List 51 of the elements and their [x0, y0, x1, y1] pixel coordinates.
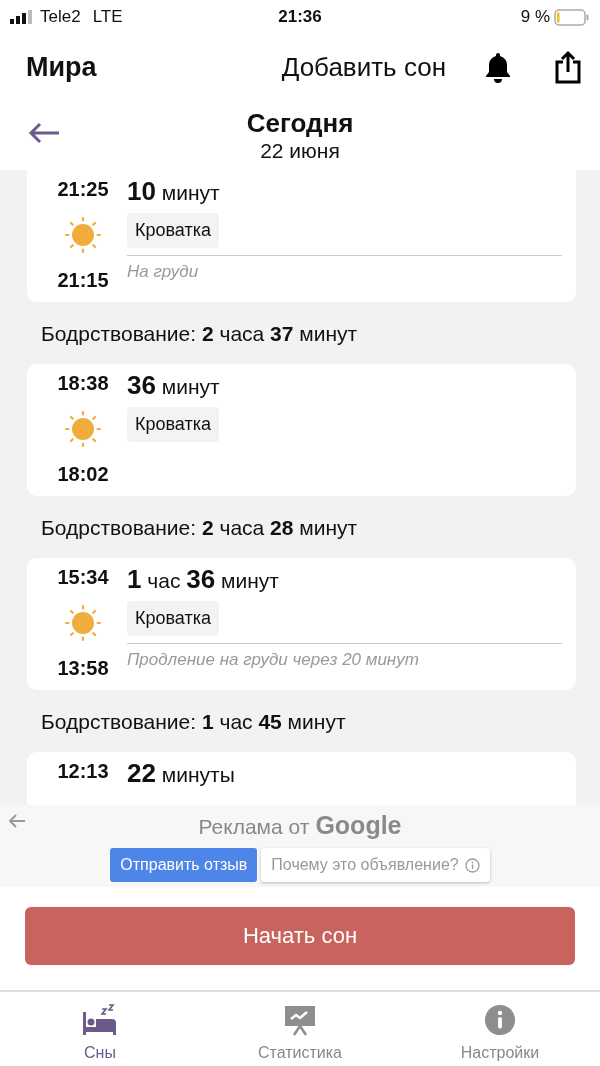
awake-duration: Бодрствование: 2 часа 37 минут — [40, 321, 359, 347]
end-time: 12:13 — [57, 760, 109, 783]
start-sleep-button[interactable]: Начать сон — [25, 907, 575, 965]
network-type: LTE — [92, 7, 123, 27]
sleep-duration: 10 минут — [127, 176, 221, 207]
signal-icon — [10, 10, 34, 24]
bed-icon — [82, 1004, 118, 1036]
day-date: 22 июня — [260, 138, 340, 163]
sleep-card[interactable]: 15:34 13:58 1 час 36 минут Кроватка Продление на груди через 20 минут — [27, 558, 576, 690]
sleep-card[interactable]: 18:38 18:02 36 минут Кроватка — [27, 364, 576, 496]
tab-item[interactable]: Настройки — [400, 992, 600, 1066]
back-arrow-icon[interactable] — [8, 813, 26, 829]
sleep-note: На груди — [127, 255, 562, 282]
awake-duration: Бодрствование: 1 час 45 минут — [40, 709, 347, 735]
sleep-duration: 22 минуты — [127, 758, 236, 789]
sun-icon — [63, 215, 103, 255]
chart-board-icon — [283, 1004, 317, 1036]
bell-icon[interactable] — [484, 51, 512, 83]
sun-icon — [63, 409, 103, 449]
battery-icon — [554, 8, 590, 26]
share-icon[interactable] — [554, 50, 582, 84]
day-title: Сегодня — [246, 107, 354, 139]
battery-percent: 9 % — [520, 7, 550, 27]
sleep-card[interactable]: 21:25 21:15 10 минут Кроватка На груди — [27, 170, 576, 302]
sleep-note: Продление на груди через 20 минут — [127, 643, 562, 670]
end-time: 18:38 — [57, 372, 109, 395]
add-sleep-link[interactable]: Добавить сон — [281, 51, 446, 83]
feedback-button[interactable]: Отправить отзыв — [110, 848, 258, 882]
clock-time: 21:36 — [278, 7, 322, 27]
sun-icon — [63, 603, 103, 643]
start-time: 13:58 — [57, 657, 109, 680]
place-tag: Кроватка — [127, 407, 219, 442]
ad-brand: Google — [315, 811, 402, 840]
start-time: 18:02 — [57, 463, 109, 486]
awake-duration: Бодрствование: 2 часа 28 минут — [40, 515, 359, 541]
sleep-card[interactable]: 12:13 22 минуты — [27, 752, 576, 805]
place-tag: Кроватка — [127, 601, 219, 636]
back-arrow-icon[interactable] — [28, 122, 60, 144]
start-time: 21:15 — [57, 269, 109, 292]
child-name[interactable]: Мира — [26, 51, 282, 83]
end-time: 21:25 — [57, 178, 109, 201]
ad-label: Реклама от — [198, 815, 310, 839]
info-icon — [484, 1004, 516, 1036]
info-icon — [464, 857, 480, 873]
tab-item[interactable]: Сны — [0, 992, 200, 1066]
carrier-name: Tele2 — [40, 7, 81, 27]
sleep-duration: 36 минут — [127, 370, 221, 401]
place-tag: Кроватка — [127, 213, 219, 248]
sleep-duration: 1 час 36 минут — [127, 564, 280, 595]
end-time: 15:34 — [57, 566, 109, 589]
tab-item[interactable]: Статистика — [200, 992, 400, 1066]
